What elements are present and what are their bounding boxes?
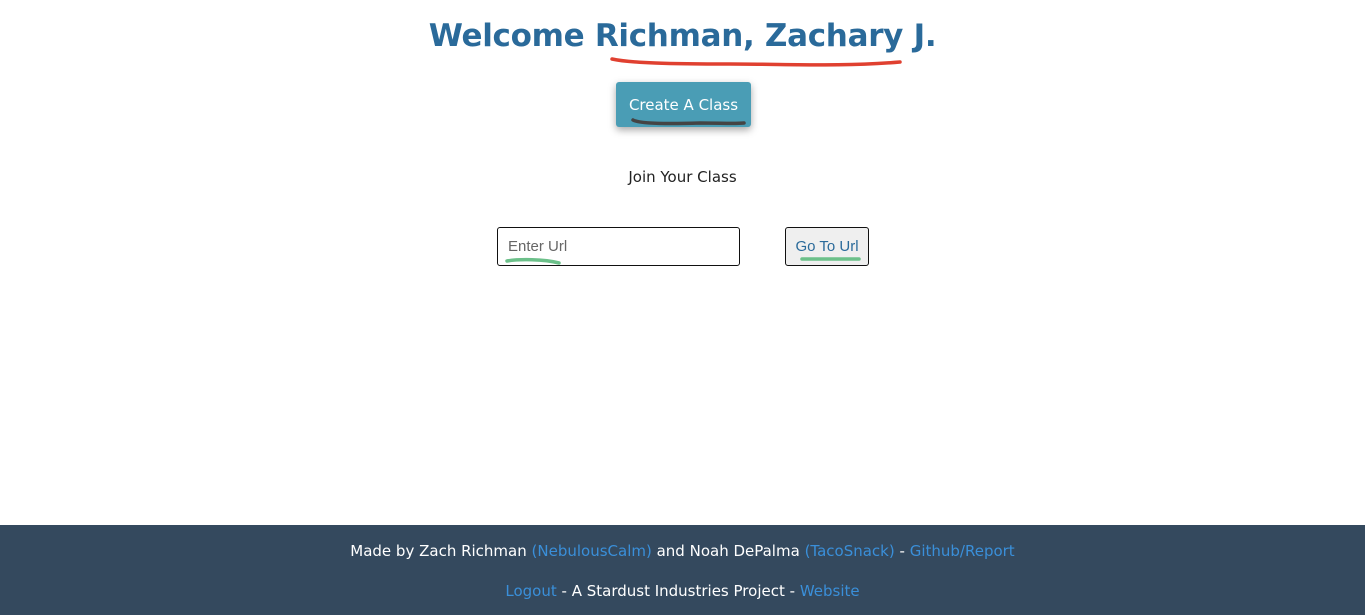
footer-links: Logout - A Stardust Industries Project -… — [0, 582, 1365, 600]
tacosnack-link[interactable]: (TacoSnack) — [805, 542, 895, 560]
project-text: - A Stardust Industries Project - — [561, 582, 796, 600]
welcome-heading: Welcome Richman, Zachary J. — [0, 18, 1365, 54]
welcome-prefix: Welcome — [428, 18, 585, 54]
dark-underline-annotation — [631, 118, 746, 126]
website-link[interactable]: Website — [800, 582, 860, 600]
footer-credits: Made by Zach Richman (NebulousCalm) and … — [0, 542, 1365, 560]
github-report-link[interactable]: Github/Report — [910, 542, 1015, 560]
footer: Made by Zach Richman (NebulousCalm) and … — [0, 525, 1365, 615]
user-name: Richman, Zachary J. — [594, 18, 937, 54]
separator-dash: - — [899, 542, 905, 560]
made-by-text: Made by Zach Richman — [350, 542, 527, 560]
nebulouscalm-link[interactable]: (NebulousCalm) — [532, 542, 652, 560]
green-underline-annotation — [505, 257, 561, 265]
logout-link[interactable]: Logout — [505, 582, 556, 600]
join-class-label: Join Your Class — [628, 168, 737, 186]
red-underline-annotation — [610, 57, 902, 67]
green-underline-annotation-2 — [800, 257, 861, 261]
and-text: and Noah DePalma — [656, 542, 800, 560]
main-content: Welcome Richman, Zachary J. Create A Cla… — [0, 0, 1365, 525]
